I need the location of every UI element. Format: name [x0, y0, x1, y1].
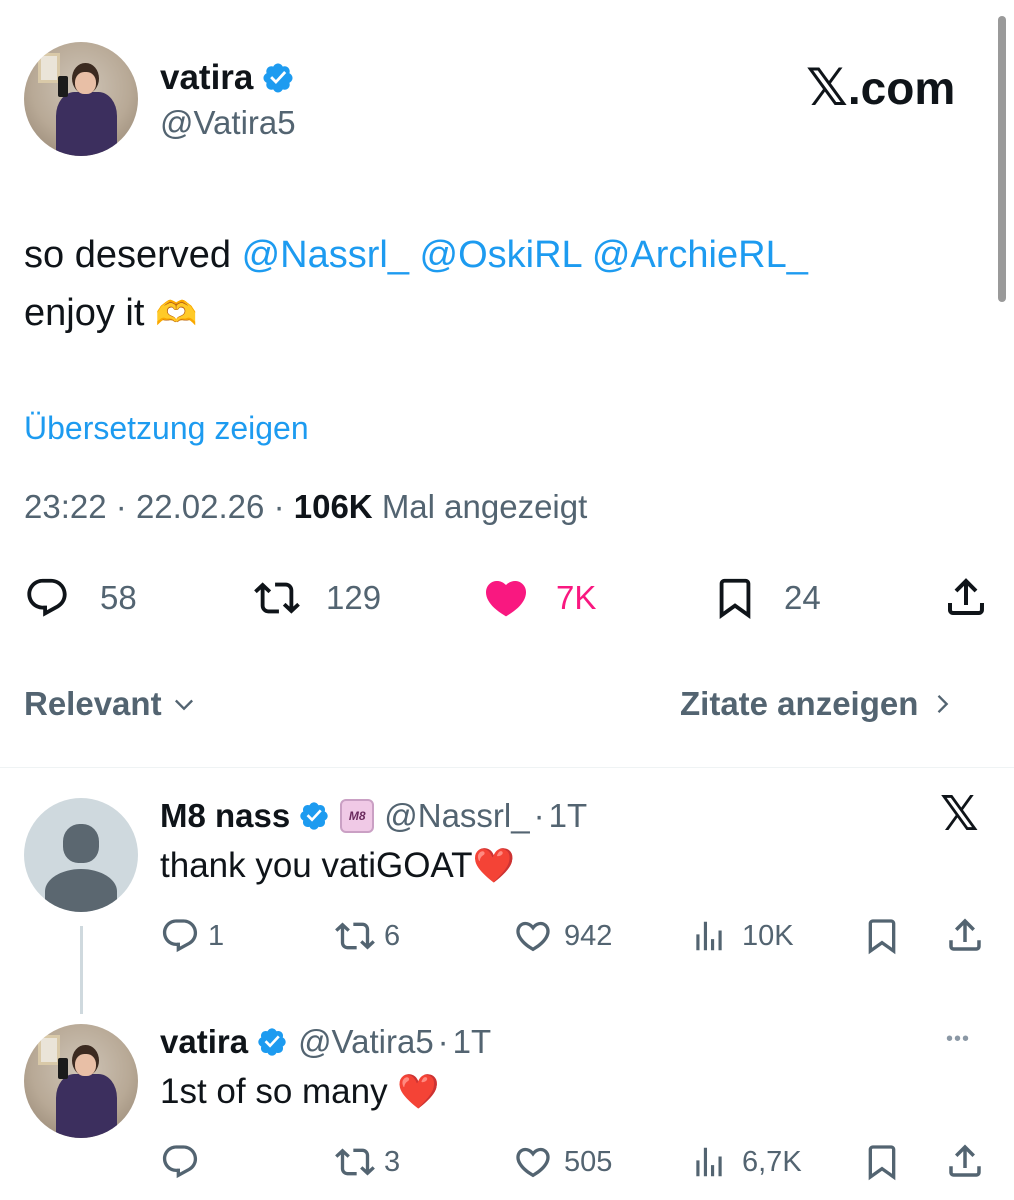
reply-icon — [162, 919, 198, 953]
post-text: so deserved @Nassrl_ @OskiRL @ArchieRL_ … — [24, 234, 808, 334]
heart-emoji: ❤️ — [397, 1073, 440, 1111]
like-icon — [485, 581, 527, 617]
reply-time[interactable]: 1T — [453, 1023, 492, 1061]
repost-button[interactable]: 3 — [334, 1142, 400, 1182]
bookmark-count: 24 — [784, 579, 821, 616]
reply-icon — [162, 1145, 198, 1179]
heart-hands-emoji: 🫶 — [154, 295, 198, 333]
translate-link[interactable]: Übersetzung zeigen — [24, 410, 309, 447]
repost-count: 129 — [326, 579, 382, 616]
verified-badge-icon — [263, 63, 293, 93]
bookmark-button[interactable] — [862, 1142, 902, 1182]
share-button[interactable] — [942, 572, 990, 622]
author-avatar[interactable] — [24, 42, 138, 156]
mention-link[interactable]: @OskiRL — [420, 234, 582, 276]
like-count: 7K — [556, 579, 597, 616]
mention-link[interactable]: @ArchieRL_ — [592, 234, 808, 276]
reply-button[interactable]: 58 — [24, 574, 137, 622]
reply-icon — [27, 578, 67, 617]
bookmark-button[interactable]: 24 — [712, 574, 821, 622]
views-button[interactable]: 10K — [690, 916, 794, 956]
scrollbar[interactable] — [998, 16, 1006, 302]
divider — [0, 767, 1014, 768]
like-button[interactable]: 505 — [512, 1142, 612, 1182]
reply-handle[interactable]: @Nassrl_ — [384, 797, 529, 835]
repost-button[interactable]: 129 — [252, 574, 381, 622]
affiliate-badge[interactable]: M8 — [340, 799, 375, 833]
reply-avatar[interactable] — [24, 1024, 138, 1138]
post-time[interactable]: 23:22 — [24, 488, 107, 525]
author-name[interactable]: vatira — [160, 58, 253, 98]
reply-button[interactable]: 1 — [160, 916, 224, 956]
like-button[interactable]: 942 — [512, 916, 612, 956]
share-button[interactable] — [944, 914, 986, 956]
reply-text: 1st of so many ❤️ — [160, 1072, 440, 1111]
share-button[interactable] — [944, 1140, 986, 1182]
reply-button[interactable] — [160, 1142, 208, 1182]
repost-icon — [335, 1148, 375, 1176]
repost-icon — [335, 922, 375, 950]
bookmark-icon — [868, 919, 896, 955]
reply-text: thank you vatiGOAT❤️ — [160, 846, 515, 885]
more-icon[interactable]: ••• — [946, 1028, 970, 1051]
view-count: 106K — [293, 488, 373, 525]
reply-handle[interactable]: @Vatira5 — [298, 1023, 434, 1061]
mention-link[interactable]: @Nassrl_ — [242, 234, 409, 276]
bookmark-icon — [719, 578, 751, 619]
post-date[interactable]: 22.02.26 — [136, 488, 264, 525]
reply-author-name[interactable]: M8 nass — [160, 797, 290, 835]
like-icon — [516, 921, 550, 952]
post-meta: 23:22 · 22.02.26 · 106K Mal angezeigt — [24, 488, 588, 525]
views-button[interactable]: 6,7K — [690, 1142, 802, 1182]
reply-avatar[interactable] — [24, 798, 138, 912]
thread-line — [80, 926, 83, 1014]
reply-author-name[interactable]: vatira — [160, 1023, 248, 1061]
chevron-down-icon — [174, 699, 193, 711]
share-icon — [949, 918, 981, 951]
share-icon — [949, 1144, 981, 1177]
view-quotes-link[interactable]: Zitate anzeigen — [680, 682, 956, 726]
verified-badge-icon — [258, 1028, 286, 1056]
views-label: Mal angezeigt — [381, 488, 588, 525]
x-logo-icon[interactable]: 𝕏 — [940, 790, 979, 838]
author-handle[interactable]: @Vatira5 — [160, 104, 296, 142]
heart-emoji: ❤️ — [472, 847, 515, 885]
chevron-right-icon — [938, 695, 949, 713]
x-logo-icon[interactable]: 𝕏 .com — [806, 58, 955, 118]
sort-dropdown[interactable]: Relevant — [24, 682, 198, 726]
views-icon — [696, 1147, 722, 1177]
share-icon — [948, 578, 984, 615]
like-icon — [516, 1147, 550, 1178]
bookmark-icon — [868, 1145, 896, 1181]
like-button[interactable]: 7K — [480, 572, 596, 624]
repost-button[interactable]: 6 — [334, 916, 400, 956]
reply-time[interactable]: 1T — [549, 797, 588, 835]
reply-header: M8 nass M8 @Nassrl_ · 1T — [160, 797, 588, 835]
reply-count: 58 — [100, 579, 137, 616]
verified-badge-icon — [300, 802, 328, 830]
views-icon — [696, 921, 722, 951]
bookmark-button[interactable] — [862, 916, 902, 956]
reply-header: vatira @Vatira5 · 1T — [160, 1023, 492, 1061]
repost-icon — [254, 582, 300, 614]
